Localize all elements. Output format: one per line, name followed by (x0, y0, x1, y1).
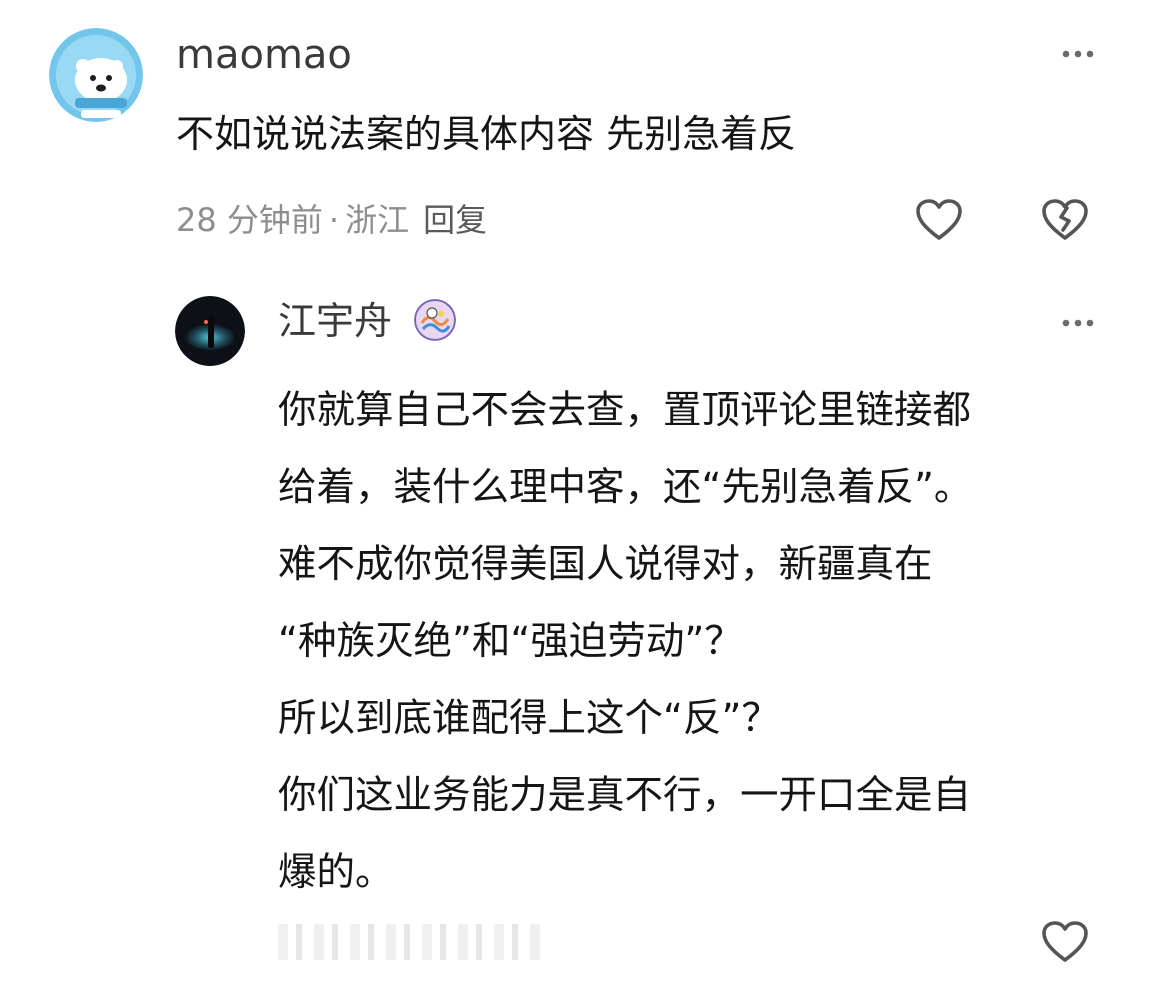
comment-time: 28 分钟前 (176, 201, 323, 239)
reply-more-options-button[interactable] (1058, 311, 1098, 335)
badge-icon (414, 299, 456, 341)
username[interactable]: maomao (176, 30, 352, 80)
more-dots-icon (1062, 319, 1094, 327)
reply-username[interactable]: 江宇舟 (278, 296, 392, 346)
comment-meta: 28 分钟前 · 浙江 回复 (176, 198, 487, 242)
reply-like-button[interactable] (1040, 918, 1090, 966)
reply-text-line: 你就算自己不会去查，置顶评论里链接都 (278, 388, 972, 433)
comment-location: 浙江 (345, 201, 410, 239)
avatar[interactable] (49, 28, 143, 122)
reply-text-line: “种族灭绝”和“强迫劳动”？ (278, 619, 743, 664)
night-scene-avatar-icon (175, 296, 245, 366)
heart-icon (1042, 921, 1088, 962)
blurred-meta-text (278, 924, 548, 960)
reply-button[interactable]: 回复 (423, 198, 487, 242)
broken-heart-icon (1042, 199, 1088, 240)
meta-separator: · (328, 201, 340, 239)
more-options-button[interactable] (1058, 42, 1098, 66)
reply-avatar[interactable] (175, 296, 245, 366)
user-badge (414, 299, 456, 341)
reply-text-line: 你们这业务能力是真不行，一开口全是自 (278, 773, 972, 818)
polar-bear-avatar-icon (49, 28, 143, 122)
reply-text-line: 爆的。 (278, 850, 394, 895)
comment-text: 不如说说法案的具体内容 先别急着反 (176, 112, 797, 156)
reply-text-line: 难不成你觉得美国人说得对，新疆真在 (278, 542, 933, 587)
dislike-button[interactable] (1040, 196, 1090, 244)
heart-icon (916, 199, 962, 240)
reply-text: 你就算自己不会去查，置顶评论里链接都 给着，装什么理中客，还“先别急着反”。 难… (278, 372, 1108, 911)
reply-text-line: 所以到底谁配得上这个“反”？ (278, 696, 780, 741)
reply-text-line: 给着，装什么理中客，还“先别急着反”。 (278, 465, 973, 510)
more-dots-icon (1062, 50, 1094, 58)
like-button[interactable] (914, 196, 964, 244)
